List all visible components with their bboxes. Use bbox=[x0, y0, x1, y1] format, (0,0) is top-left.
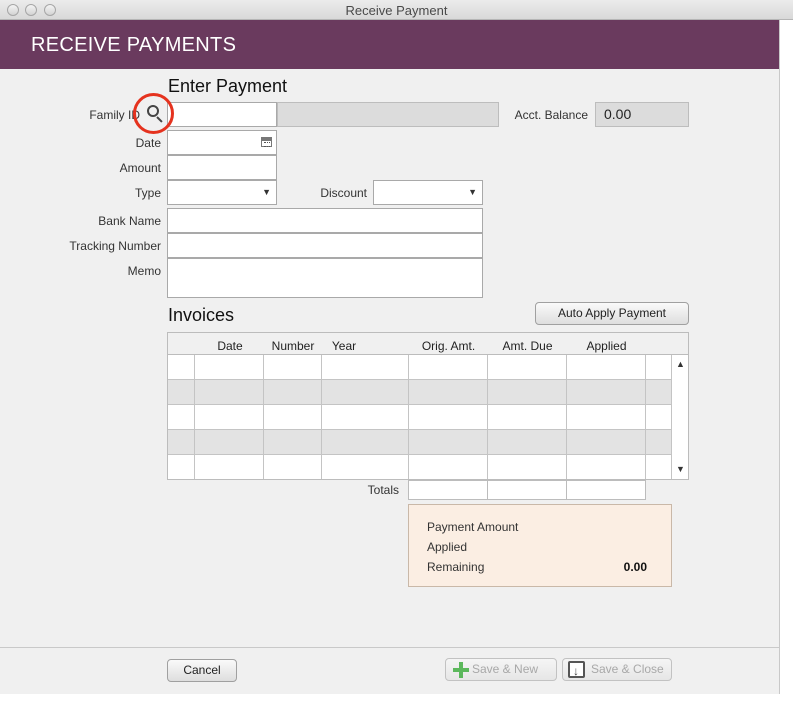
window-titlebar: Receive Payment bbox=[0, 0, 793, 20]
footer-edge bbox=[0, 694, 793, 705]
amount-field[interactable] bbox=[167, 155, 277, 180]
save-close-icon: ↓ bbox=[568, 661, 585, 678]
column-header-applied[interactable]: Applied bbox=[567, 339, 646, 353]
page-header: RECEIVE PAYMENTS bbox=[0, 20, 779, 69]
bank-name-field[interactable] bbox=[167, 208, 483, 233]
enter-payment-title: Enter Payment bbox=[168, 76, 288, 96]
discount-select[interactable]: ▼ bbox=[373, 180, 483, 205]
family-name-display bbox=[277, 102, 499, 127]
memo-label: Memo bbox=[127, 264, 161, 278]
total-amt-due bbox=[487, 480, 567, 500]
remaining-value: 0.00 bbox=[623, 560, 647, 574]
bank-name-label: Bank Name bbox=[98, 214, 161, 228]
cancel-button[interactable]: Cancel bbox=[167, 659, 237, 682]
auto-apply-payment-button[interactable]: Auto Apply Payment bbox=[535, 302, 689, 325]
column-header-orig-amt[interactable]: Orig. Amt. bbox=[409, 339, 488, 353]
window-title: Receive Payment bbox=[345, 3, 448, 18]
acct-balance-value: 0.00 bbox=[604, 106, 632, 122]
dropdown-arrow-icon: ▼ bbox=[262, 187, 271, 197]
save-and-close-button[interactable]: ↓ Save & Close bbox=[562, 658, 672, 681]
type-select[interactable]: ▼ bbox=[167, 180, 277, 205]
dropdown-arrow-icon: ▼ bbox=[468, 187, 477, 197]
amount-label: Amount bbox=[119, 161, 161, 175]
search-icon-handle bbox=[156, 116, 163, 123]
acct-balance-display: 0.00 bbox=[595, 102, 689, 127]
family-id-label: Family ID bbox=[89, 108, 140, 122]
column-header-date[interactable]: Date bbox=[195, 339, 265, 353]
remaining-label: Remaining bbox=[427, 560, 485, 574]
save-and-close-label: Save & Close bbox=[591, 662, 664, 676]
family-search-button[interactable] bbox=[133, 93, 174, 134]
window-edge bbox=[779, 20, 793, 705]
type-label: Type bbox=[134, 186, 161, 200]
invoice-table-header: Date Number Year Orig. Amt. Amt. Due App… bbox=[167, 332, 689, 355]
date-field[interactable] bbox=[167, 130, 277, 155]
discount-label: Discount bbox=[320, 186, 367, 200]
column-header-year[interactable]: Year bbox=[322, 339, 366, 353]
save-and-new-label: Save & New bbox=[472, 662, 539, 676]
tracking-number-field[interactable] bbox=[167, 233, 483, 258]
tracking-number-label: Tracking Number bbox=[69, 239, 161, 253]
page-title: RECEIVE PAYMENTS bbox=[31, 34, 237, 56]
payment-summary-box: Payment Amount Applied Remaining 0.00 bbox=[408, 504, 672, 587]
totals-label: Totals bbox=[367, 483, 399, 497]
memo-field[interactable] bbox=[167, 258, 483, 298]
applied-label: Applied bbox=[427, 540, 468, 554]
acct-balance-label: Acct. Balance bbox=[514, 108, 588, 122]
date-label: Date bbox=[135, 136, 161, 150]
total-orig-amt bbox=[408, 480, 488, 500]
total-applied bbox=[566, 480, 646, 500]
payment-amount-label: Payment Amount bbox=[427, 520, 519, 534]
column-header-amt-due[interactable]: Amt. Due bbox=[488, 339, 567, 353]
invoice-table bbox=[167, 355, 689, 480]
plus-icon bbox=[453, 662, 469, 678]
calendar-icon[interactable] bbox=[261, 137, 272, 147]
invoices-title: Invoices bbox=[168, 305, 235, 325]
column-header-number[interactable]: Number bbox=[264, 339, 322, 353]
family-id-field[interactable] bbox=[167, 102, 277, 127]
save-and-new-button[interactable]: Save & New bbox=[445, 658, 557, 681]
